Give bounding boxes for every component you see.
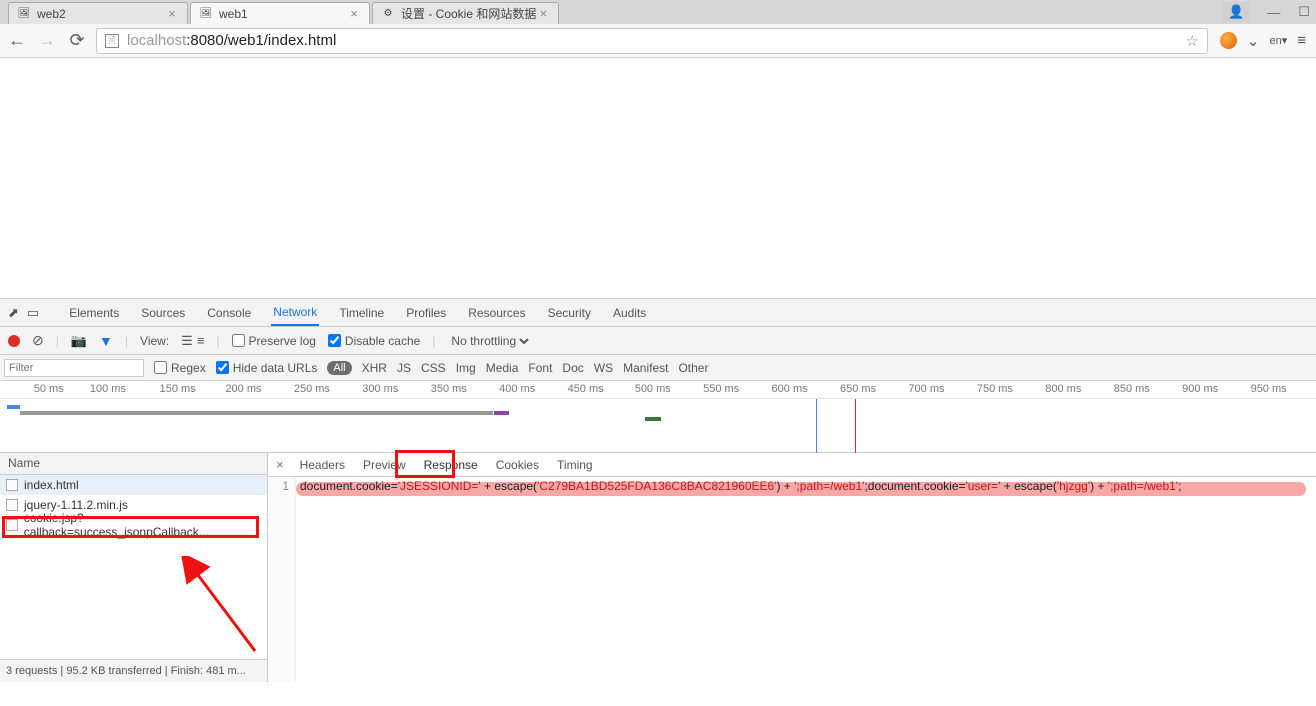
favicon-icon: 🖼 <box>199 7 213 21</box>
network-filter-row: Regex Hide data URLs All XHR JS CSS Img … <box>0 355 1316 381</box>
request-name: cookie.jsp?callback=success_jsonpCallbac… <box>24 511 261 539</box>
page-icon: 🗎 <box>105 34 119 48</box>
request-name: jquery-1.11.2.min.js <box>24 498 128 512</box>
network-toolbar: ⊘ | 📷 ▼ | View: ☰ ≡ | Preserve log Disab… <box>0 327 1316 355</box>
close-icon[interactable]: × <box>536 7 550 21</box>
device-icon[interactable]: ▭ <box>27 305 39 321</box>
bookmark-icon[interactable]: ☆ <box>1185 32 1198 50</box>
maximize-icon[interactable]: ☐ <box>1298 4 1310 20</box>
filter-type[interactable]: Media <box>486 361 519 375</box>
filter-type[interactable]: CSS <box>421 361 446 375</box>
preserve-log-checkbox[interactable]: Preserve log <box>232 334 316 348</box>
close-detail-icon[interactable]: × <box>276 457 284 472</box>
browser-tab-active[interactable]: 🖼 web1 × <box>190 2 370 24</box>
timeline-ruler: 50 ms 100 ms 150 ms 200 ms 250 ms 300 ms… <box>0 381 1316 399</box>
filter-type[interactable]: Doc <box>562 361 583 375</box>
extension-icon[interactable] <box>1220 32 1237 49</box>
request-detail: × Headers Preview Response Cookies Timin… <box>268 453 1316 682</box>
large-rows-icon[interactable]: ☰ <box>181 333 193 349</box>
disable-cache-checkbox[interactable]: Disable cache <box>328 334 420 348</box>
url-input[interactable]: 🗎 localhost:8080/web1/index.html ☆ <box>96 28 1208 54</box>
file-icon <box>6 479 18 491</box>
tab-title: web2 <box>37 7 66 21</box>
back-button[interactable]: ← <box>6 30 28 52</box>
status-bar: 3 requests | 95.2 KB transferred | Finis… <box>0 659 267 682</box>
filter-type[interactable]: Manifest <box>623 361 668 375</box>
request-list-header: Name <box>0 453 267 475</box>
tab-network[interactable]: Network <box>271 299 319 326</box>
tab-timeline[interactable]: Timeline <box>337 299 386 326</box>
filter-all[interactable]: All <box>327 361 351 375</box>
detail-tab-timing[interactable]: Timing <box>555 453 595 476</box>
url-host: localhost <box>127 32 186 49</box>
filter-icon[interactable]: ▼ <box>99 333 113 349</box>
page-viewport <box>0 58 1316 298</box>
tab-resources[interactable]: Resources <box>466 299 527 326</box>
tab-console[interactable]: Console <box>205 299 253 326</box>
inspect-icon[interactable]: ⬈ <box>8 305 19 321</box>
filter-type[interactable]: JS <box>397 361 411 375</box>
timeline-body <box>0 399 1316 453</box>
network-split: Name index.html jquery-1.11.2.min.js coo… <box>0 453 1316 682</box>
throttling-select[interactable]: No throttling <box>447 333 532 349</box>
address-bar: ← → ⟳ 🗎 localhost:8080/web1/index.html ☆… <box>0 24 1316 58</box>
forward-button[interactable]: → <box>36 30 58 52</box>
close-icon[interactable]: × <box>165 7 179 21</box>
browser-tab[interactable]: ⚙ 设置 - Cookie 和网站数据 × <box>372 2 559 24</box>
minimize-icon[interactable]: — <box>1267 5 1280 20</box>
tab-elements[interactable]: Elements <box>67 299 121 326</box>
detail-tab-cookies[interactable]: Cookies <box>494 453 541 476</box>
reload-button[interactable]: ⟳ <box>66 30 88 52</box>
filter-type[interactable]: XHR <box>362 361 387 375</box>
file-icon <box>6 499 18 511</box>
browser-tab[interactable]: 🖼 web2 × <box>8 2 188 24</box>
detail-tab-headers[interactable]: Headers <box>298 453 347 476</box>
menu-icon[interactable]: ≡ <box>1297 32 1306 49</box>
request-list: Name index.html jquery-1.11.2.min.js coo… <box>0 453 268 682</box>
filter-type[interactable]: WS <box>594 361 613 375</box>
pocket-icon[interactable]: ⌄ <box>1247 32 1260 50</box>
regex-checkbox[interactable]: Regex <box>154 361 206 375</box>
tab-title: 设置 - Cookie 和网站数据 <box>401 5 536 22</box>
close-icon[interactable]: × <box>347 7 361 21</box>
url-path: :8080/web1/index.html <box>186 32 336 49</box>
code-line: document.cookie='JSESSIONID=' + escape('… <box>296 477 1185 682</box>
window-controls: 👤 — ☐ <box>1223 0 1310 24</box>
tab-profiles[interactable]: Profiles <box>404 299 448 326</box>
filter-type[interactable]: Font <box>528 361 552 375</box>
filter-input[interactable] <box>4 359 144 377</box>
file-icon <box>6 519 18 531</box>
filter-type[interactable]: Other <box>678 361 708 375</box>
tab-sources[interactable]: Sources <box>139 299 187 326</box>
network-timeline[interactable]: 50 ms 100 ms 150 ms 200 ms 250 ms 300 ms… <box>0 381 1316 453</box>
tab-security[interactable]: Security <box>546 299 593 326</box>
detail-tab-response[interactable]: Response <box>422 453 480 476</box>
browser-tabs-bar: 🖼 web2 × 🖼 web1 × ⚙ 设置 - Cookie 和网站数据 × … <box>0 0 1316 24</box>
screenshot-icon[interactable]: 📷 <box>71 333 87 349</box>
small-rows-icon[interactable]: ≡ <box>197 333 205 349</box>
detail-tab-preview[interactable]: Preview <box>361 453 408 476</box>
clear-icon[interactable]: ⊘ <box>32 332 44 349</box>
filter-type[interactable]: Img <box>456 361 476 375</box>
hide-data-urls-checkbox[interactable]: Hide data URLs <box>216 361 318 375</box>
tab-audits[interactable]: Audits <box>611 299 648 326</box>
devtools: ⬈ ▭ Elements Sources Console Network Tim… <box>0 298 1316 682</box>
response-body[interactable]: 1 document.cookie='JSESSIONID=' + escape… <box>268 477 1316 682</box>
record-button[interactable] <box>8 335 20 347</box>
favicon-icon: 🖼 <box>17 7 31 21</box>
request-row[interactable]: cookie.jsp?callback=success_jsonpCallbac… <box>0 515 267 535</box>
extension-icons: ⌄ en▾ ≡ <box>1216 32 1310 50</box>
user-icon[interactable]: 👤 <box>1223 2 1249 22</box>
request-row[interactable]: index.html <box>0 475 267 495</box>
detail-tabs: × Headers Preview Response Cookies Timin… <box>268 453 1316 477</box>
line-number: 1 <box>268 477 296 682</box>
translate-icon[interactable]: en▾ <box>1269 34 1287 47</box>
gear-icon: ⚙ <box>381 7 395 21</box>
request-name: index.html <box>24 478 79 492</box>
view-label: View: <box>140 334 169 348</box>
tab-title: web1 <box>219 7 248 21</box>
devtools-panel-tabs: ⬈ ▭ Elements Sources Console Network Tim… <box>0 299 1316 327</box>
